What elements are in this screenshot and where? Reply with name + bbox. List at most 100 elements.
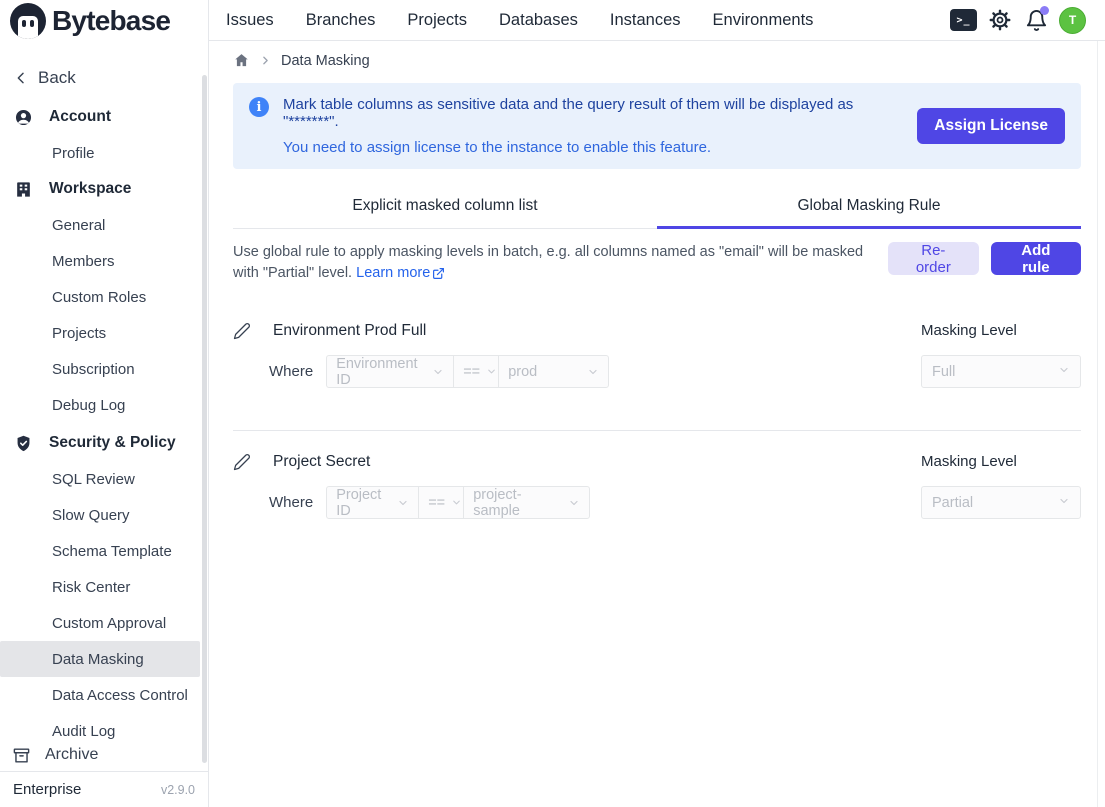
edit-rule-button[interactable] [233,453,251,471]
chevron-down-icon [1058,364,1070,380]
assign-license-button[interactable]: Assign License [917,108,1065,144]
gear-icon [988,8,1012,32]
sidebar-scrollbar[interactable] [202,75,207,763]
sidebar-item-custom-approval[interactable]: Custom Approval [0,605,200,641]
nav-item-issues[interactable]: Issues [226,11,274,30]
rule-divider [233,430,1081,431]
section-label-account: Account [49,108,111,126]
sidebar-section-workspace: Workspace [0,171,208,207]
chevron-down-icon [568,497,580,509]
topnav-actions: >_ [950,7,1086,34]
building-icon [14,180,33,199]
sidebar-item-slow-query[interactable]: Slow Query [0,497,200,533]
license-info-banner: i Mark table columns as sensitive data a… [233,83,1081,169]
brand-logo[interactable]: Bytebase [0,0,208,41]
top-navigation: Issues Branches Projects Databases Insta… [209,0,1105,41]
breadcrumb-current: Data Masking [281,53,370,69]
condition-value-select[interactable]: project-sample [463,486,590,519]
reorder-button[interactable]: Re-order [888,242,979,275]
learn-more-link[interactable]: Learn more [356,263,445,284]
rules-description: Use global rule to apply masking levels … [233,242,888,284]
condition-value: project-sample [473,487,562,519]
condition-operator-value: == [428,495,445,511]
external-link-icon [432,267,445,280]
banner-line2[interactable]: You need to assign license to the instan… [283,139,901,156]
condition-operator-select[interactable]: == [453,355,499,388]
sidebar-item-debug-log[interactable]: Debug Log [0,387,200,423]
notifications-button[interactable] [1023,7,1049,33]
nav-item-branches[interactable]: Branches [306,11,376,30]
pencil-icon [233,322,251,340]
rules-header: Use global rule to apply masking levels … [233,242,1081,284]
sidebar-item-data-access-control[interactable]: Data Access Control [0,677,200,713]
sidebar-item-schema-template[interactable]: Schema Template [0,533,200,569]
tab-global-masking-rule[interactable]: Global Masking Rule [657,186,1081,229]
nav-item-instances[interactable]: Instances [610,11,681,30]
edit-rule-button[interactable] [233,322,251,340]
condition-value: prod [508,364,537,380]
tab-explicit-masked-column-list[interactable]: Explicit masked column list [233,186,657,229]
masking-tabs: Explicit masked column list Global Maski… [233,186,1081,229]
sidebar-footer: Enterprise v2.9.0 [0,771,208,807]
info-icon: i [249,97,269,117]
where-label: Where [269,355,313,388]
sidebar-item-sql-review[interactable]: SQL Review [0,461,200,497]
chevron-down-icon [451,497,462,508]
masking-level-label: Masking Level [921,322,1017,339]
condition-field-select[interactable]: Project ID [326,486,419,519]
masking-level-select[interactable]: Full [921,355,1081,388]
breadcrumb: Data Masking [233,52,1081,69]
masking-level-value: Partial [932,495,973,511]
condition-operator-select[interactable]: == [418,486,464,519]
section-label-workspace: Workspace [49,180,131,198]
back-button[interactable]: Back [0,60,208,96]
sidebar-item-custom-roles[interactable]: Custom Roles [0,279,200,315]
rule-title: Environment Prod Full [273,322,426,340]
nav-item-databases[interactable]: Databases [499,11,578,30]
condition-value-select[interactable]: prod [498,355,609,388]
sidebar-item-members[interactable]: Members [0,243,200,279]
main-scrollbar-track [1097,41,1098,807]
sidebar-item-general[interactable]: General [0,207,200,243]
condition-field-value: Environment ID [336,356,426,388]
nav-item-projects[interactable]: Projects [407,11,467,30]
chevron-down-icon [1058,495,1070,511]
chevron-down-icon [397,497,409,509]
sidebar-item-projects[interactable]: Projects [0,315,200,351]
archive-label: Archive [45,746,98,764]
sidebar-item-profile[interactable]: Profile [0,135,200,171]
sql-editor-terminal-icon[interactable]: >_ [950,9,977,31]
pencil-icon [233,453,251,471]
where-label: Where [269,486,313,519]
add-rule-button[interactable]: Add rule [991,242,1081,275]
sidebar-item-risk-center[interactable]: Risk Center [0,569,200,605]
rule-title: Project Secret [273,453,370,471]
settings-gear-button[interactable] [987,7,1013,33]
masking-level-value: Full [932,364,955,380]
plan-label: Enterprise [13,781,81,798]
masking-level-label: Masking Level [921,453,1017,470]
chevron-down-icon [587,366,599,378]
condition-field-value: Project ID [336,487,391,519]
chevron-down-icon [486,366,497,377]
masking-level-select[interactable]: Partial [921,486,1081,519]
chevron-down-icon [432,366,444,378]
chevron-left-icon [13,70,29,86]
back-label: Back [38,68,76,88]
condition-group: Environment ID == prod [326,355,609,388]
user-avatar[interactable]: T [1059,7,1086,34]
rules-description-text: Use global rule to apply masking levels … [233,244,863,281]
home-icon[interactable] [233,52,250,69]
rules-actions: Re-order Add rule [888,242,1081,275]
condition-group: Project ID == project-sample [326,486,590,519]
archive-button[interactable]: Archive [0,739,201,771]
user-icon [14,108,33,127]
sidebar-item-subscription[interactable]: Subscription [0,351,200,387]
masking-rule-card-2: Project Secret Masking Level Where Proje… [233,453,1081,519]
sidebar-section-account: Account [0,99,208,135]
learn-more-label: Learn more [356,263,430,284]
archive-icon [12,746,31,765]
condition-field-select[interactable]: Environment ID [326,355,454,388]
nav-item-environments[interactable]: Environments [713,11,814,30]
sidebar-item-data-masking[interactable]: Data Masking [0,641,200,677]
